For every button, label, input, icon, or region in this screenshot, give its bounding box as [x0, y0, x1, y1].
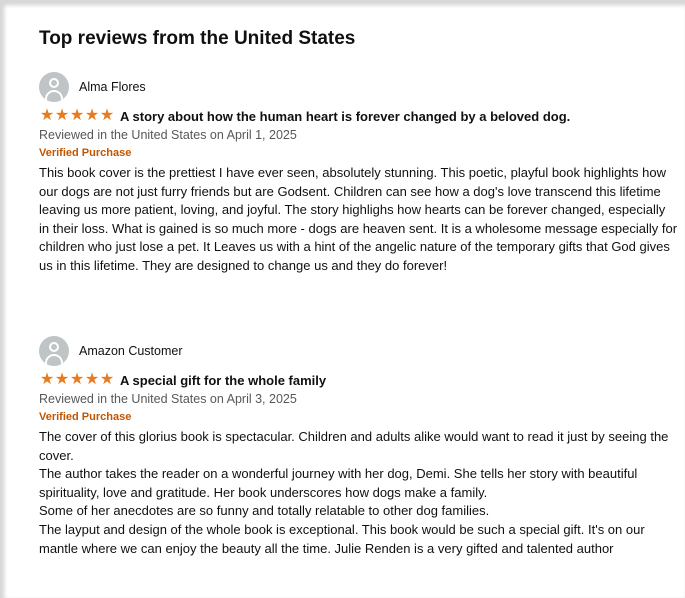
- reviewer-name[interactable]: Alma Flores: [79, 80, 146, 94]
- avatar-icon: [39, 71, 69, 102]
- review-title[interactable]: A special gift for the whole family: [120, 373, 326, 388]
- avatar-icon: [39, 335, 69, 366]
- star-icon: ★: [84, 107, 99, 124]
- review-title[interactable]: A story about how the human heart is for…: [120, 109, 570, 124]
- star-icon: ★: [39, 107, 54, 124]
- review-body: This book cover is the prettiest I have …: [39, 165, 678, 273]
- star-rating[interactable]: ★ ★ ★ ★ ★: [39, 372, 114, 388]
- star-icon: ★: [99, 371, 114, 388]
- star-icon: ★: [69, 371, 84, 388]
- review-card: Alma Flores ★ ★ ★ ★ ★ A story about how …: [39, 71, 679, 276]
- review-date: Reviewed in the United States on April 3…: [39, 392, 297, 406]
- verified-purchase-badge[interactable]: Verified Purchase: [39, 410, 679, 425]
- reviewer-profile[interactable]: Amazon Customer: [39, 335, 679, 366]
- star-rating[interactable]: ★ ★ ★ ★ ★: [39, 108, 114, 124]
- reviewer-name[interactable]: Amazon Customer: [79, 344, 183, 358]
- section-title: Top reviews from the United States: [39, 28, 356, 49]
- reviewer-profile[interactable]: Alma Flores: [39, 71, 679, 102]
- star-icon: ★: [84, 371, 99, 388]
- review-date: Reviewed in the United States on April 1…: [39, 128, 297, 142]
- review-card: Amazon Customer ★ ★ ★ ★ ★ A special gift…: [39, 335, 679, 558]
- star-icon: ★: [54, 107, 69, 124]
- star-icon: ★: [39, 371, 54, 388]
- review-body: The cover of this glorius book is specta…: [39, 429, 669, 556]
- verified-purchase-badge[interactable]: Verified Purchase: [39, 146, 679, 161]
- star-icon: ★: [54, 371, 69, 388]
- star-icon: ★: [99, 107, 114, 124]
- star-icon: ★: [69, 107, 84, 124]
